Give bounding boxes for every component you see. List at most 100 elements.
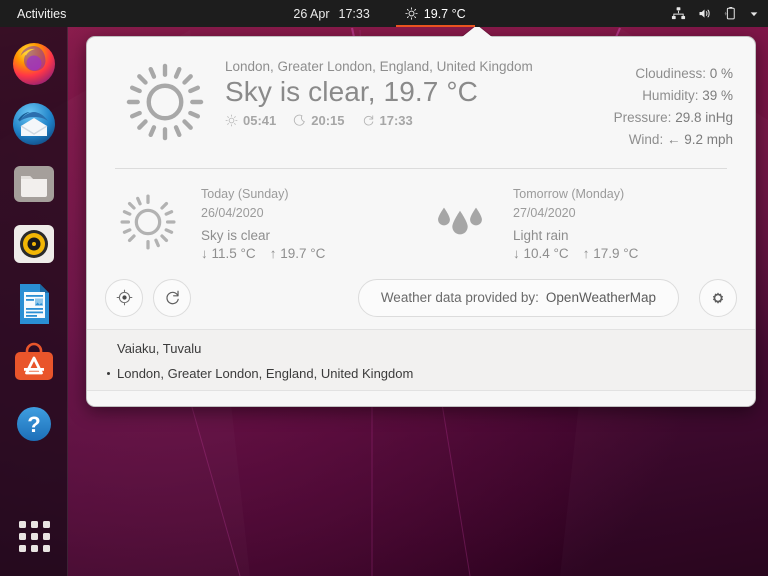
bullet-icon: [107, 371, 110, 375]
grid-dot: [30, 544, 38, 552]
current-location: London, Greater London, England, United …: [225, 59, 533, 74]
attribution-button[interactable]: Weather data provided by: OpenWeatherMap: [357, 278, 679, 317]
stat-value: ← 9.2 mph: [666, 131, 733, 147]
forecast-tomorrow-condition: Light rain: [513, 227, 569, 243]
sun-times: 05:41 20:15 17:33: [225, 113, 533, 128]
popup-toolbar: Weather data provided by: OpenWeatherMap: [87, 271, 755, 329]
moon-icon: [294, 114, 306, 126]
forecast-today-day: Today (Sunday): [201, 187, 289, 202]
thunderbird-icon: [12, 103, 55, 145]
panel-center: 26 Apr 17:33 19.7 °C: [0, 0, 768, 27]
network-icon: [671, 7, 686, 20]
volume-icon: [699, 9, 710, 18]
panel-date: 26 Apr: [293, 6, 330, 21]
sun-icon: [120, 194, 176, 250]
grid-dot: [18, 544, 26, 552]
attribution-provider: OpenWeatherMap: [545, 290, 656, 306]
libreoffice-writer-icon: [19, 284, 49, 324]
location-item-label: London, Greater London, England, United …: [117, 365, 414, 381]
forecast-tomorrow-day: Tomorrow (Monday): [513, 187, 625, 202]
weather-popup: London, Greater London, England, United …: [86, 36, 756, 407]
svg-text:?: ?: [27, 412, 40, 437]
current-summary: Sky is clear, 19.7 °C: [225, 76, 478, 107]
updated-time: 17:33: [379, 113, 413, 129]
dock-item-libreoffice-writer[interactable]: [10, 280, 58, 328]
panel-time: 17:33: [338, 6, 370, 21]
stat-label: Wind:: [628, 131, 664, 147]
clock-button[interactable]: 26 Apr 17:33: [293, 7, 369, 21]
stat-cloudiness: Cloudiness: 0 %: [533, 63, 733, 85]
grid-dot: [18, 520, 26, 528]
forecast-tomorrow-icon-wrap: [421, 183, 499, 260]
stat-label: Pressure:: [613, 109, 672, 125]
forecast-today-text: Today (Sunday) 26/04/2020 Sky is clear ↓…: [201, 183, 325, 260]
forecast-tomorrow: Tomorrow (Monday) 27/04/2020 Light rain …: [421, 183, 733, 261]
grid-dot: [42, 544, 50, 552]
sun-icon: [405, 7, 418, 20]
firefox-icon: [12, 43, 55, 85]
forecast-today: Today (Sunday) 26/04/2020 Sky is clear ↓…: [109, 183, 421, 261]
rain-icon: [438, 207, 482, 235]
grid-dot: [18, 532, 26, 540]
forecast-tomorrow-date: 27/04/2020: [513, 205, 576, 220]
sunrise-time: 05:41: [243, 113, 277, 129]
battery-charging-icon: [724, 7, 735, 20]
forecast-today-temps: ↓ 11.5 °C ↑ 19.7 °C: [201, 246, 325, 261]
top-panel: Activities 26 Apr 17:33 19.7 °C: [0, 0, 768, 27]
grid-dot: [42, 520, 50, 528]
location-item-london[interactable]: London, Greater London, England, United …: [87, 361, 755, 386]
location-list: Vaiaku, Tuvalu London, Greater London, E…: [87, 328, 755, 390]
files-icon: [13, 166, 54, 202]
forecast-section: Today (Sunday) 26/04/2020 Sky is clear ↓…: [87, 169, 755, 270]
forecast-today-icon-wrap: [109, 183, 187, 260]
sun-icon: [126, 63, 204, 141]
forecast-today-max: ↑ 19.7 °C: [269, 245, 326, 261]
chevron-down-icon: [750, 11, 758, 16]
forecast-tomorrow-min: ↓ 10.4 °C: [513, 245, 569, 261]
system-tray[interactable]: [671, 0, 759, 27]
stat-pressure: Pressure: 29.8 inHg: [533, 107, 733, 129]
dock-item-help[interactable]: ?: [10, 400, 58, 448]
dock: ?: [0, 27, 68, 576]
dock-item-thunderbird[interactable]: [10, 100, 58, 148]
forecast-today-min: ↓ 11.5 °C: [201, 245, 256, 261]
location-item-vaiaku[interactable]: Vaiaku, Tuvalu: [87, 336, 755, 361]
settings-button[interactable]: [699, 278, 737, 317]
gear-icon: [712, 292, 724, 304]
current-weather-icon-wrap: [109, 59, 221, 150]
stat-humidity: Humidity: 39 %: [533, 85, 733, 107]
dock-item-firefox[interactable]: [10, 40, 58, 88]
current-stats: Cloudiness: 0 % Humidity: 39 % Pressure:…: [533, 59, 733, 150]
stat-value: 0 %: [709, 66, 733, 81]
forecast-tomorrow-max: ↑ 17.9 °C: [582, 245, 639, 261]
forecast-tomorrow-text: Tomorrow (Monday) 27/04/2020 Light rain …: [513, 183, 638, 260]
stat-label: Humidity:: [642, 87, 699, 103]
stat-value: 29.8 inHg: [675, 109, 733, 125]
help-icon: ?: [16, 407, 51, 441]
dock-item-files[interactable]: [10, 160, 58, 208]
sunset-group: 20:15: [293, 113, 345, 129]
stat-label: Cloudiness:: [635, 66, 706, 81]
weather-indicator-button[interactable]: 19.7 °C: [395, 0, 475, 27]
grid-dot: [30, 520, 38, 528]
forecast-today-date: 26/04/2020: [201, 205, 264, 220]
dock-item-ubuntu-software[interactable]: [10, 340, 58, 388]
stat-value: 39 %: [702, 87, 733, 103]
sunrise-group: 05:41: [225, 113, 276, 128]
forecast-tomorrow-temps: ↓ 10.4 °C ↑ 17.9 °C: [513, 246, 638, 261]
sunset-time: 20:15: [311, 113, 345, 129]
target-icon: [116, 289, 132, 306]
refresh-button[interactable]: [153, 278, 191, 317]
bullet-icon: [107, 347, 110, 350]
show-applications-button[interactable]: [10, 512, 58, 560]
popup-footer: [87, 389, 755, 406]
dock-item-rhythmbox[interactable]: [10, 220, 58, 268]
current-location-button[interactable]: [105, 278, 143, 317]
updated-group: 17:33: [362, 113, 413, 128]
sunrise-icon: [225, 114, 238, 127]
stat-wind: Wind: ← 9.2 mph: [533, 129, 733, 151]
forecast-today-condition: Sky is clear: [201, 227, 271, 243]
ubuntu-software-icon: [14, 342, 53, 380]
panel-weather-temp: 19.7 °C: [423, 6, 466, 21]
current-weather-text: London, Greater London, England, United …: [221, 59, 533, 150]
